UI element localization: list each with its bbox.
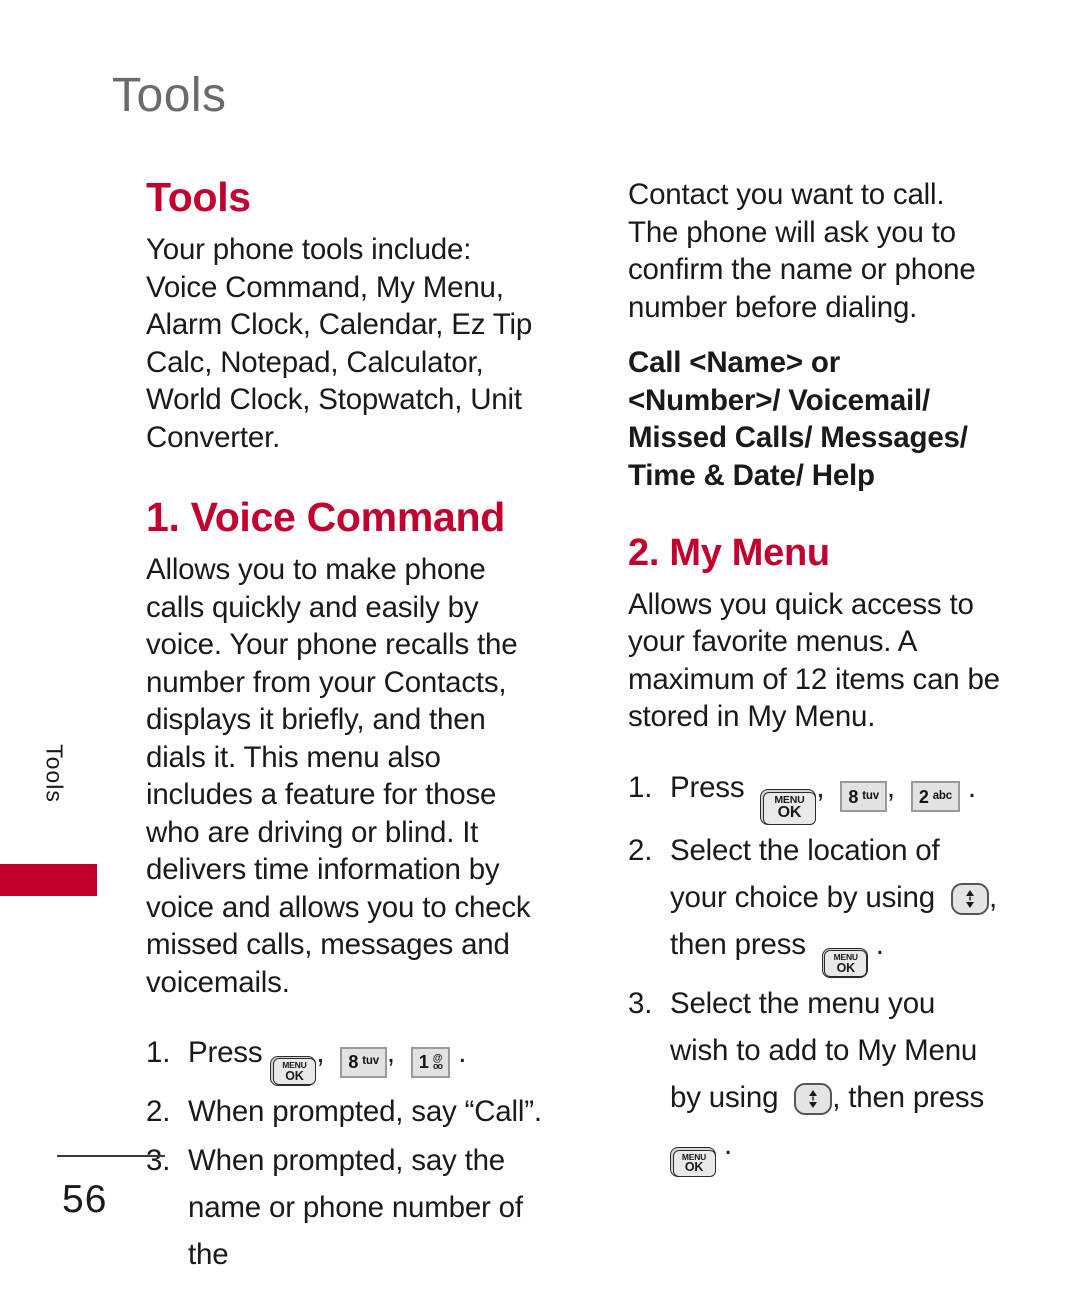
step-number: 1. [146, 1036, 171, 1070]
footer-divider [57, 1155, 165, 1157]
keypad-8-letters: tuv [362, 1055, 379, 1068]
menu-ok-key-icon: MENU OK [270, 1055, 317, 1086]
voice-command-steps: 1. Press MENU OK , 8 tuv , 1 @ oo . 2. W… [146, 1029, 546, 1278]
step-text: When prompted, say “Call”. [188, 1094, 542, 1128]
comma: , [886, 770, 895, 804]
comma: , [816, 770, 825, 804]
left-column-title: Tools [146, 174, 251, 220]
step-number: 3. [628, 986, 653, 1020]
side-tab-marker [0, 864, 97, 896]
period: . [458, 1036, 467, 1070]
menu-ok-key-icon: MENU OK [821, 947, 868, 978]
keypad-1-key-icon: 1 @ oo [410, 1046, 451, 1078]
step-text: When prompted, say the name or phone num… [188, 1143, 523, 1271]
list-item: 2. When prompted, say “Call”. [146, 1088, 546, 1135]
period: . [875, 928, 884, 962]
keypad-8-digit: 8 [348, 1052, 359, 1073]
voicemail-reels: oo [432, 1060, 443, 1071]
step-text: Press [670, 770, 745, 804]
list-item: 1. Press MENU OK , 8 tuv , 2 abc . [628, 764, 1000, 826]
my-menu-body: Allows you quick access to your favorite… [628, 587, 1000, 734]
my-menu-steps: 1. Press MENU OK , 8 tuv , 2 abc . 2. Se… [628, 764, 1000, 1178]
section-title-voice-command: 1. Voice Command [146, 494, 505, 541]
side-tab-label: Tools [41, 744, 68, 803]
voice-command-continuation: Contact you want to call. The phone will… [628, 178, 976, 324]
menu-ok-key-bottom-label: OK [836, 960, 856, 975]
keypad-1-digit: 1 [418, 1052, 429, 1073]
navigation-key-icon [950, 883, 989, 916]
list-item: 3. When prompted, say the name or phone n… [146, 1137, 546, 1278]
period: . [724, 1127, 732, 1161]
step-text-middle: , then press [832, 1080, 985, 1114]
menu-ok-key-icon: MENU OK [760, 789, 817, 826]
menu-ok-key-bottom-label: OK [684, 1160, 704, 1175]
keypad-2-key-icon: 2 abc [910, 781, 960, 813]
comma: , [316, 1036, 325, 1070]
page-number: 56 [62, 1178, 108, 1221]
step-number: 3. [146, 1143, 171, 1177]
list-item: 3. Select the menu you wish to add to My … [628, 980, 1000, 1178]
tools-intro-paragraph: Your phone tools include: Voice Command,… [146, 233, 533, 454]
comma: , [386, 1036, 395, 1070]
step-number: 2. [628, 834, 653, 868]
menu-ok-key-bottom-label: OK [777, 804, 802, 822]
voice-command-list: Call <Name> or <Number>/ Voicemail/ Miss… [628, 346, 968, 492]
right-column: Contact you want to call. The phone will… [628, 176, 1000, 1179]
menu-ok-key-bottom-label: OK [285, 1068, 304, 1083]
voice-command-body: Allows you to make phone calls quickly a… [146, 553, 531, 999]
navigation-key-icon [794, 1082, 833, 1115]
keypad-2-letters: abc [932, 790, 952, 803]
keypad-2-digit: 2 [918, 786, 929, 807]
keypad-8-digit: 8 [848, 786, 859, 807]
keypad-8-key-icon: 8 tuv [840, 781, 887, 813]
left-column: Tools Your phone tools include: Voice Co… [146, 174, 546, 1280]
step-text: Press [188, 1036, 263, 1070]
running-head: Tools [112, 69, 227, 122]
list-item: 2. Select the location of your choice by … [628, 827, 1000, 978]
keypad-8-letters: tuv [862, 790, 879, 803]
step-number: 2. [146, 1094, 171, 1128]
keypad-8-key-icon: 8 tuv [340, 1046, 387, 1078]
period: . [967, 770, 976, 804]
list-item: 1. Press MENU OK , 8 tuv , 1 @ oo . [146, 1029, 546, 1086]
voicemail-icon: @ oo [432, 1053, 443, 1071]
menu-ok-key-icon: MENU OK [670, 1147, 716, 1178]
section-title-my-menu: 2. My Menu [628, 532, 830, 574]
step-text: Select the location of your choice by us… [670, 834, 940, 915]
step-number: 1. [628, 770, 653, 804]
